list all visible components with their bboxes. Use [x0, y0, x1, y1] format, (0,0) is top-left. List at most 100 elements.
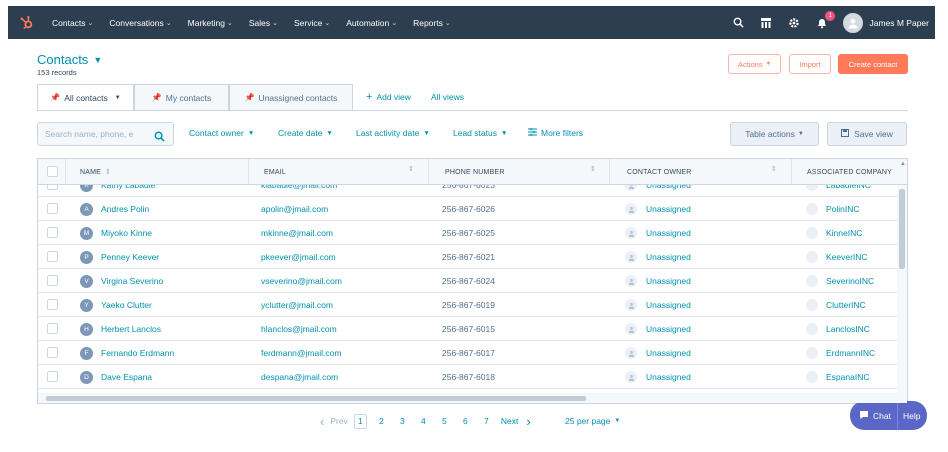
- next-page-button[interactable]: Next ›: [501, 414, 531, 429]
- row-checkbox[interactable]: [47, 251, 58, 262]
- hubspot-logo-icon[interactable]: [8, 6, 44, 39]
- per-page-select[interactable]: 25 per page ▼: [565, 416, 620, 426]
- contact-email-link[interactable]: mkinne@jmail.com: [261, 221, 333, 245]
- table-row[interactable]: Y Yaeko Clutter yclutter@jmail.com 256-86…: [38, 293, 898, 317]
- table-row[interactable]: D Dave Espana despana@jmail.com 256-867-6…: [38, 365, 898, 389]
- filter-contact-owner[interactable]: Contact owner ▼: [189, 128, 254, 138]
- contact-email-link[interactable]: despana@jmail.com: [261, 365, 338, 389]
- contact-email-link[interactable]: pkeever@jmail.com: [261, 245, 336, 269]
- vertical-scrollbar[interactable]: [897, 185, 907, 393]
- contact-owner[interactable]: Unassigned: [646, 324, 691, 334]
- contact-owner[interactable]: Unassigned: [646, 348, 691, 358]
- more-filters-button[interactable]: More filters: [528, 127, 583, 138]
- gear-icon[interactable]: [787, 16, 801, 30]
- page-button[interactable]: 5: [434, 416, 455, 426]
- column-header-associated-company[interactable]: Associated company: [807, 159, 892, 185]
- page-button[interactable]: 1: [353, 413, 367, 429]
- tab-unassigned-contacts[interactable]: 📌 Unassigned contacts: [229, 84, 353, 110]
- nav-item-service[interactable]: Service ⌄: [286, 18, 338, 28]
- table-row[interactable]: F Fernando Erdmann ferdmann@jmail.com 256…: [38, 341, 898, 365]
- save-view-button[interactable]: Save view: [827, 122, 907, 146]
- add-view-button[interactable]: + Add view: [366, 84, 411, 110]
- scroll-up-icon[interactable]: ▲: [900, 161, 906, 167]
- contact-email-link[interactable]: yclutter@jmail.com: [261, 293, 333, 317]
- page-button[interactable]: 7: [476, 416, 497, 426]
- horizontal-scrollbar[interactable]: [38, 393, 907, 403]
- contact-name-link[interactable]: Penney Keever: [101, 252, 159, 262]
- contact-name-link[interactable]: Andres Polin: [101, 204, 149, 214]
- contact-name-link[interactable]: Fernando Erdmann: [101, 348, 174, 358]
- page-button[interactable]: 2: [371, 416, 392, 426]
- contact-name-link[interactable]: Herbert Lanclos: [101, 324, 161, 334]
- row-checkbox[interactable]: [47, 323, 58, 334]
- company-link[interactable]: EspanaINC: [826, 372, 869, 382]
- all-views-link[interactable]: All views: [431, 84, 464, 110]
- nav-item-conversations[interactable]: Conversations ⌄: [101, 18, 179, 28]
- column-header-phone-number[interactable]: Phone number: [445, 159, 505, 185]
- column-header-contact-owner[interactable]: Contact owner: [627, 159, 692, 185]
- table-row[interactable]: M Miyoko Kinne mkinne@jmail.com 256-867-6…: [38, 221, 898, 245]
- select-all-checkbox[interactable]: [47, 166, 58, 177]
- sort-icon[interactable]: ⇕: [771, 166, 777, 173]
- row-checkbox[interactable]: [47, 299, 58, 310]
- column-header-email[interactable]: Email: [264, 159, 286, 185]
- user-menu[interactable]: James M Paper: [843, 12, 929, 33]
- tab-all-contacts[interactable]: 📌 All contacts ▼: [37, 84, 134, 110]
- contact-owner[interactable]: Unassigned: [646, 252, 691, 262]
- scrollbar-thumb[interactable]: [899, 189, 905, 269]
- row-checkbox[interactable]: [47, 275, 58, 286]
- actions-button[interactable]: Actions ▼: [728, 54, 781, 74]
- company-link[interactable]: SeverinoINC: [826, 276, 874, 286]
- help-button[interactable]: Help: [898, 411, 920, 421]
- nav-item-sales[interactable]: Sales ⌄: [241, 18, 286, 28]
- contact-owner[interactable]: Unassigned: [646, 228, 691, 238]
- contact-email-link[interactable]: vseverino@jmail.com: [261, 269, 342, 293]
- table-row[interactable]: V Virgina Severino vseverino@jmail.com 25…: [38, 269, 898, 293]
- contact-owner[interactable]: Unassigned: [646, 300, 691, 310]
- nav-item-reports[interactable]: Reports ⌄: [405, 18, 459, 28]
- contact-owner[interactable]: Unassigned: [646, 204, 691, 214]
- table-row[interactable]: P Penney Keever pkeever@jmail.com 256-867…: [38, 245, 898, 269]
- sort-icon[interactable]: ⇕: [408, 166, 414, 173]
- nav-item-contacts[interactable]: Contacts ⌄: [44, 18, 101, 28]
- page-title[interactable]: Contacts ▼: [37, 52, 102, 67]
- contact-name-link[interactable]: Virgina Severino: [101, 276, 163, 286]
- page-button[interactable]: 4: [413, 416, 434, 426]
- table-row[interactable]: A Andres Polin apolin@jmail.com 256-867-6…: [38, 197, 898, 221]
- filter-lead-status[interactable]: Lead status ▼: [453, 128, 507, 138]
- import-button[interactable]: Import: [789, 54, 831, 74]
- row-checkbox[interactable]: [47, 347, 58, 358]
- search-input[interactable]: [38, 129, 148, 139]
- contact-name-link[interactable]: Dave Espana: [101, 372, 152, 382]
- company-link[interactable]: ClutterINC: [826, 300, 866, 310]
- scrollbar-thumb[interactable]: [46, 396, 586, 401]
- filter-last-activity-date[interactable]: Last activity date ▼: [356, 128, 430, 138]
- table-actions-button[interactable]: Table actions ▼: [730, 122, 819, 146]
- contact-owner[interactable]: Unassigned: [646, 276, 691, 286]
- column-header-name[interactable]: Name ⇕: [80, 159, 111, 185]
- contact-name-link[interactable]: Miyoko Kinne: [101, 228, 152, 238]
- contact-email-link[interactable]: ferdmann@jmail.com: [261, 341, 341, 365]
- row-checkbox[interactable]: [47, 203, 58, 214]
- search-icon[interactable]: [154, 129, 165, 147]
- page-button[interactable]: 3: [392, 416, 413, 426]
- company-link[interactable]: KinneINC: [826, 228, 862, 238]
- contact-email-link[interactable]: apolin@jmail.com: [261, 197, 328, 221]
- company-link[interactable]: LanclosINC: [826, 324, 870, 334]
- marketplace-icon[interactable]: [759, 16, 773, 30]
- filter-create-date[interactable]: Create date ▼: [278, 128, 333, 138]
- nav-item-marketing[interactable]: Marketing ⌄: [180, 18, 241, 28]
- row-checkbox[interactable]: [47, 227, 58, 238]
- bell-icon[interactable]: 1: [815, 10, 836, 30]
- search-icon[interactable]: [731, 16, 745, 30]
- sort-icon[interactable]: ⇕: [590, 166, 596, 173]
- row-checkbox[interactable]: [47, 371, 58, 382]
- tab-my-contacts[interactable]: 📌 My contacts: [134, 84, 229, 110]
- contact-name-link[interactable]: Yaeko Clutter: [101, 300, 152, 310]
- company-link[interactable]: KeeverINC: [826, 252, 868, 262]
- company-link[interactable]: ErdmannINC: [826, 348, 875, 358]
- nav-item-automation[interactable]: Automation ⌄: [338, 18, 405, 28]
- contact-owner[interactable]: Unassigned: [646, 372, 691, 382]
- company-link[interactable]: PolinINC: [826, 204, 860, 214]
- create-contact-button[interactable]: Create contact: [838, 54, 908, 74]
